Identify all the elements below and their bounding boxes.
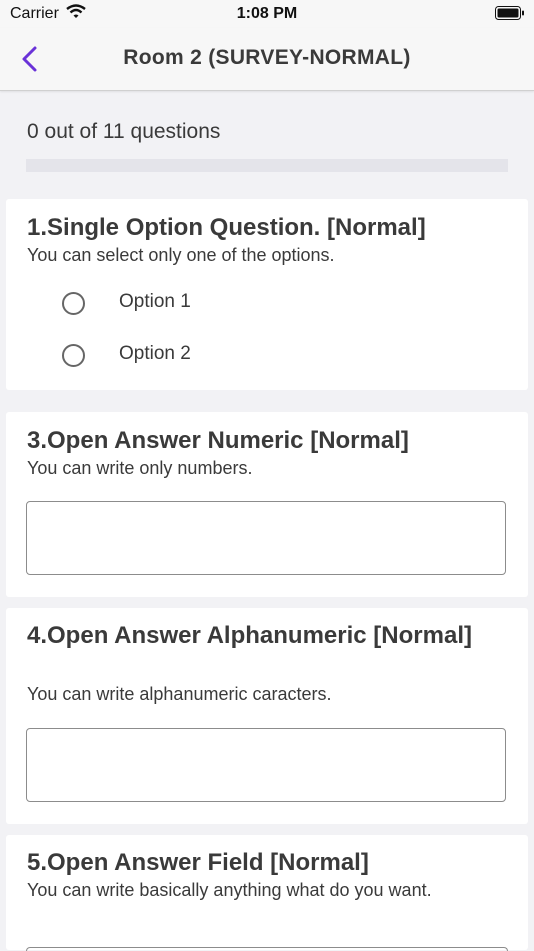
question-card-1: 1.Single Option Question. [Normal] You c…	[6, 199, 528, 390]
question-description: You can write only numbers.	[27, 458, 253, 478]
progress-bar	[26, 159, 508, 172]
status-time: 1:08 PM	[236, 5, 298, 22]
navigation-bar: Room 2 (SURVEY-NORMAL)	[0, 28, 534, 91]
radio-circle-icon	[62, 344, 85, 367]
open-answer-field[interactable]	[26, 947, 508, 951]
option-1-radio[interactable]: Option 1	[60, 288, 360, 318]
question-card-5: 5.Open Answer Field [Normal] You can wri…	[6, 835, 528, 951]
question-description: You can write alphanumeric caracters.	[27, 684, 332, 704]
numeric-answer-input[interactable]	[26, 501, 506, 575]
progress-label: 0 out of 11 questions	[27, 120, 221, 143]
question-title: 5.Open Answer Field [Normal]	[27, 849, 369, 876]
question-title: 1.Single Option Question. [Normal]	[27, 214, 426, 241]
option-label: Option 1	[119, 291, 191, 312]
radio-circle-icon	[62, 292, 85, 315]
question-title: 3.Open Answer Numeric [Normal]	[27, 427, 409, 454]
question-title: 4.Open Answer Alphanumeric [Normal]	[27, 622, 472, 649]
option-2-radio[interactable]: Option 2	[60, 340, 360, 370]
status-bar: Carrier 1:08 PM	[0, 0, 534, 28]
question-description: You can select only one of the options.	[27, 245, 335, 265]
question-card-4: 4.Open Answer Alphanumeric [Normal] You …	[6, 608, 528, 824]
page-title: Room 2 (SURVEY-NORMAL)	[123, 46, 411, 69]
alphanumeric-answer-input[interactable]	[26, 728, 506, 802]
question-description: You can write basically anything what do…	[27, 880, 432, 900]
option-label: Option 2	[119, 343, 191, 364]
question-card-3: 3.Open Answer Numeric [Normal] You can w…	[6, 412, 528, 597]
battery-icon	[495, 6, 525, 26]
